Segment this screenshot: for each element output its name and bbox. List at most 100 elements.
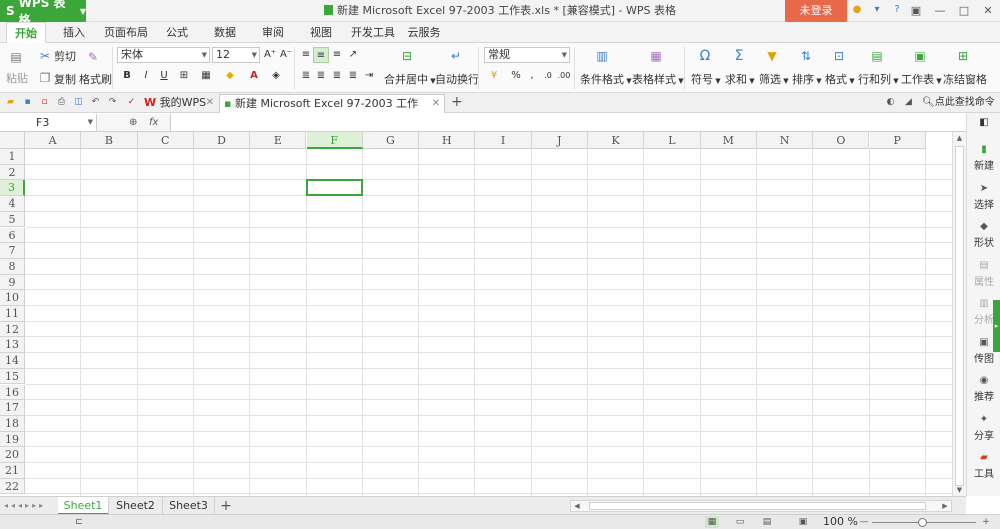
column-header-i[interactable]: I <box>475 132 532 149</box>
scrollbar-thumb[interactable] <box>589 502 926 510</box>
font-name-select[interactable]: 宋体 ▼ <box>117 47 210 63</box>
decrease-decimal-icon[interactable]: .00 <box>556 68 572 84</box>
column-header-n[interactable]: N <box>756 132 814 149</box>
zoom-level[interactable]: 100 % <box>823 515 858 529</box>
row-header-1[interactable]: 1 <box>0 149 25 165</box>
tab-insert[interactable]: 插入 <box>55 22 93 43</box>
side-panel-item[interactable]: ◉ 推荐 <box>967 374 1000 403</box>
merge-center-icon[interactable]: ⊟ <box>399 48 415 64</box>
align-bottom-icon[interactable]: ≡ <box>329 47 345 63</box>
font-shrink-icon[interactable]: A⁻ <box>278 47 294 63</box>
table-style-icon[interactable]: ▦ <box>648 48 664 64</box>
side-panel-toggle[interactable]: ▸ <box>993 300 1000 352</box>
tab-data[interactable]: 数据 <box>208 22 242 43</box>
print-preview-icon[interactable]: ◫ <box>72 96 85 109</box>
paste-icon[interactable]: ▤ <box>8 49 24 65</box>
column-header-k[interactable]: K <box>588 132 645 149</box>
row-header-2[interactable]: 2 <box>0 164 25 181</box>
paste-button[interactable]: 粘贴 <box>6 70 28 86</box>
align-top-icon[interactable]: ≡ <box>298 47 314 63</box>
side-panel-item[interactable]: ◆ 形状 <box>967 220 1000 249</box>
save-icon[interactable]: ▪ <box>21 96 34 109</box>
find-command-search[interactable]: 🔍︎点此查找命令 <box>922 93 995 112</box>
rotate-text-icon[interactable]: ↗ <box>345 47 361 63</box>
column-header-d[interactable]: D <box>193 132 251 149</box>
minimize-icon[interactable]: — <box>928 0 952 22</box>
row-header-11[interactable]: 11 <box>0 306 25 322</box>
column-header-b[interactable]: B <box>81 132 138 149</box>
skin-icon[interactable]: ● <box>850 3 864 17</box>
tab-cloud[interactable]: 云服务 <box>404 22 444 43</box>
increase-decimal-icon[interactable]: .0 <box>540 68 556 84</box>
app-menu-button[interactable]: S WPS 表格 ▼ <box>0 0 86 27</box>
column-header-f[interactable]: F <box>306 132 363 149</box>
tab-home[interactable]: 开始 <box>6 22 46 44</box>
bold-button[interactable]: B <box>119 68 135 84</box>
row-header-13[interactable]: 13 <box>0 337 25 354</box>
tab-page-layout[interactable]: 页面布局 <box>101 22 151 43</box>
zoom-in-icon[interactable]: + <box>979 516 993 528</box>
wrap-text-button[interactable]: 自动换行 <box>435 71 479 87</box>
merge-center-button[interactable]: 合并居中 ▼ <box>384 71 436 87</box>
align-left-icon[interactable]: ≣ <box>298 68 314 84</box>
justify-icon[interactable]: ≣ <box>345 68 361 84</box>
scrollbar-thumb[interactable] <box>955 146 964 486</box>
sheet-tab-3[interactable]: Sheet3 <box>163 497 215 515</box>
row-header-9[interactable]: 9 <box>0 274 25 291</box>
tab-formulas[interactable]: 公式 <box>160 22 194 43</box>
row-header-8[interactable]: 8 <box>0 258 25 275</box>
row-header-5[interactable]: 5 <box>0 211 25 228</box>
side-panel-item[interactable]: ▤ 属性 <box>967 259 1000 288</box>
vertical-scrollbar[interactable]: ▲ ▼ <box>952 132 966 496</box>
number-format-select[interactable]: 常规 ▼ <box>484 47 570 63</box>
filter-icon[interactable]: ▼ <box>764 48 780 64</box>
row-header-4[interactable]: 4 <box>0 196 25 212</box>
underline-button[interactable]: U <box>156 68 172 84</box>
italic-button[interactable]: I <box>138 68 154 84</box>
font-color-icon[interactable]: A <box>246 68 262 84</box>
scroll-right-icon[interactable]: ▶ <box>939 500 951 512</box>
borders-icon[interactable]: ⊞ <box>176 68 192 84</box>
undo-icon[interactable]: ↶ <box>89 96 102 109</box>
shirt-icon[interactable]: ▾ <box>870 3 884 17</box>
new-tab-button[interactable]: + <box>451 93 463 112</box>
zoom-out-icon[interactable]: — <box>857 516 871 528</box>
scroll-left-icon[interactable]: ◀ <box>571 500 583 512</box>
column-header-c[interactable]: C <box>137 132 194 149</box>
redo-icon[interactable]: ↷ <box>106 96 119 109</box>
row-header-14[interactable]: 14 <box>0 353 25 369</box>
tab-my-wps[interactable]: W 我的WPS ✕ <box>140 94 218 113</box>
fill-color-icon[interactable]: ◆ <box>222 68 238 84</box>
column-header-l[interactable]: L <box>644 132 701 149</box>
column-header-h[interactable]: H <box>419 132 476 149</box>
row-header-3[interactable]: 3 <box>0 180 25 197</box>
indent-icon[interactable]: ⇥ <box>361 68 377 84</box>
maximize-icon[interactable]: □ <box>952 0 976 22</box>
zoom-slider-handle[interactable] <box>918 518 927 527</box>
sort-button[interactable]: 排序 ▼ <box>792 71 822 87</box>
side-panel-item[interactable]: ✦ 分享 <box>967 413 1000 442</box>
row-header-20[interactable]: 20 <box>0 447 25 463</box>
sheet-tab-2[interactable]: Sheet2 <box>109 497 163 515</box>
sigma-icon[interactable]: Σ <box>731 48 747 64</box>
close-icon[interactable]: ✕ <box>976 0 1000 22</box>
font-grow-icon[interactable]: A⁺ <box>262 47 278 63</box>
currency-icon[interactable]: ¥ <box>486 68 502 84</box>
fx-icon[interactable]: fx <box>149 114 158 131</box>
reading-mode-icon[interactable]: ▣ <box>796 516 810 528</box>
open-folder-icon[interactable]: ▰ <box>4 96 17 109</box>
side-panel-item[interactable]: ➤ 选择 <box>967 182 1000 211</box>
column-header-a[interactable]: A <box>25 132 82 149</box>
wrap-text-icon[interactable]: ↵ <box>448 48 464 64</box>
filter-button[interactable]: 筛选 ▼ <box>759 71 789 87</box>
sheet-tab-1[interactable]: Sheet1 <box>58 497 109 515</box>
normal-view-icon[interactable]: ▦ <box>705 516 719 528</box>
row-header-19[interactable]: 19 <box>0 431 25 448</box>
copy-button[interactable]: 复制 <box>54 71 76 87</box>
percent-button[interactable]: % <box>508 68 524 84</box>
format-painter-button[interactable]: 格式刷 <box>79 71 112 87</box>
tab-review[interactable]: 审阅 <box>256 22 290 43</box>
horizontal-scrollbar[interactable]: ◀ ▶ <box>570 500 952 512</box>
login-button[interactable]: 未登录 <box>785 0 847 22</box>
format-icon[interactable]: ⊡ <box>831 48 847 64</box>
